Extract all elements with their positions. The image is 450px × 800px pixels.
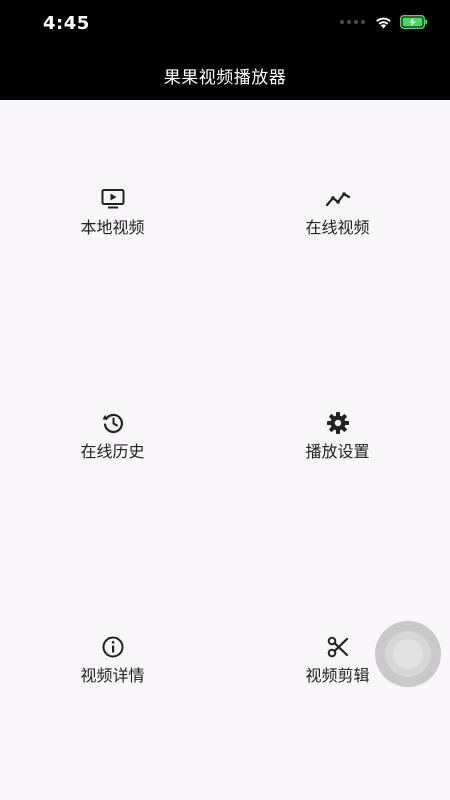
menu-item-online-history[interactable]: 在线历史 — [0, 324, 225, 548]
menu-item-label: 本地视频 — [80, 218, 145, 237]
status-icons — [340, 15, 428, 29]
menu-item-video-details[interactable]: 视频详情 — [0, 548, 225, 772]
menu-grid: 本地视频 在线视频 在线历史 播放设置 视频详情 视频剪辑 — [0, 100, 450, 800]
trending-line-icon — [325, 186, 351, 212]
assistive-touch-ring — [385, 631, 431, 677]
scissors-icon — [325, 634, 351, 660]
history-icon — [100, 410, 126, 436]
menu-item-label: 播放设置 — [305, 442, 370, 461]
menu-item-local-video[interactable]: 本地视频 — [0, 100, 225, 324]
page-title: 果果视频播放器 — [163, 67, 287, 88]
app-bar: 果果视频播放器 — [0, 50, 450, 100]
battery-charging-icon — [400, 15, 428, 29]
status-bar: 4:45 — [0, 0, 450, 50]
assistive-touch-core — [393, 639, 423, 669]
gear-icon — [325, 410, 351, 436]
menu-item-playback-settings[interactable]: 播放设置 — [225, 324, 450, 548]
info-icon — [100, 634, 126, 660]
menu-item-label: 视频详情 — [80, 666, 145, 685]
menu-item-online-video[interactable]: 在线视频 — [225, 100, 450, 324]
tv-play-icon — [100, 186, 126, 212]
status-time: 4:45 — [43, 13, 90, 34]
signal-icon — [340, 20, 365, 24]
assistive-touch-button[interactable] — [375, 621, 441, 687]
menu-item-label: 在线视频 — [305, 218, 370, 237]
wifi-icon — [376, 17, 391, 28]
menu-item-label: 在线历史 — [80, 442, 145, 461]
menu-item-label: 视频剪辑 — [305, 666, 370, 685]
